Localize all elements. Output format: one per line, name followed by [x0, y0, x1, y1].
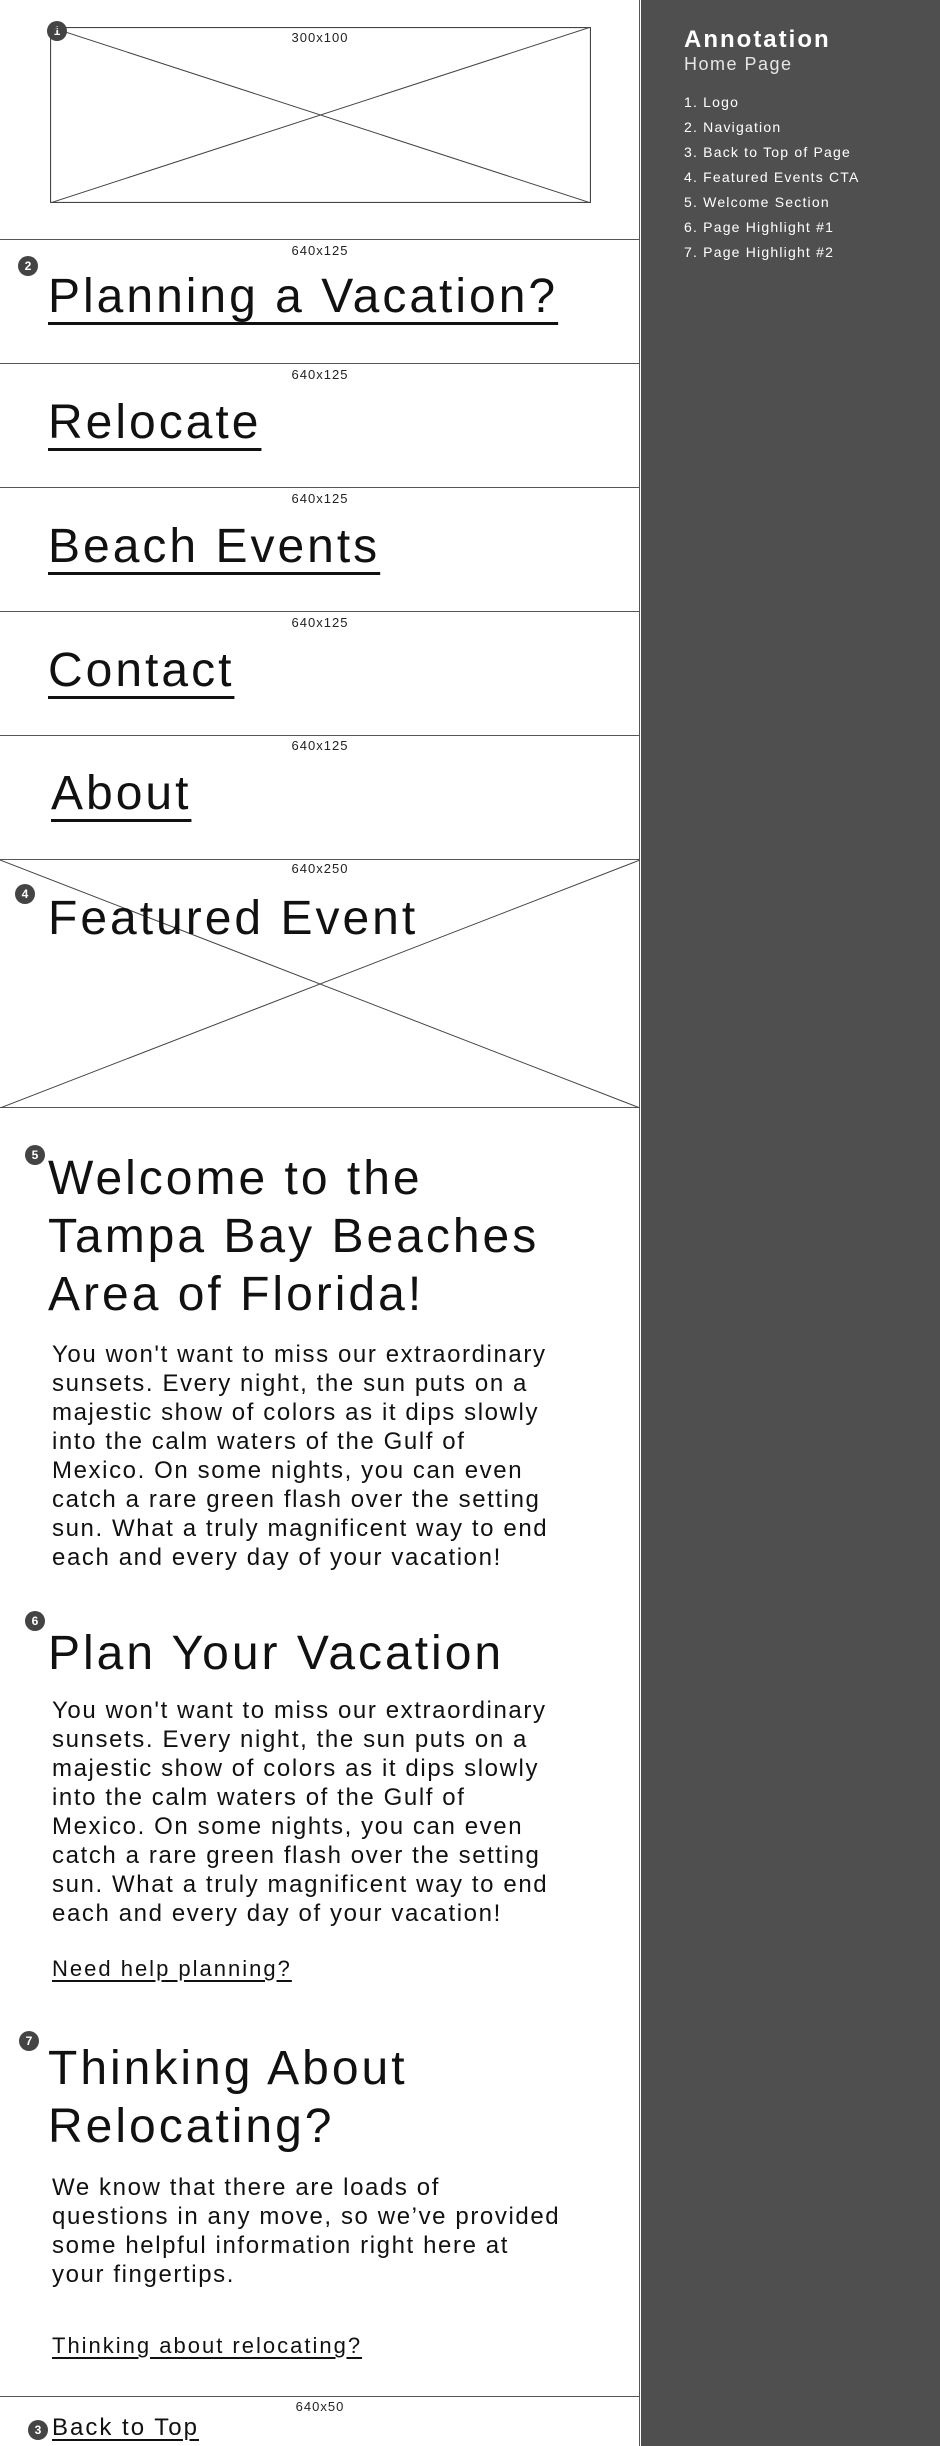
- text-line: your fingertips.: [52, 2261, 236, 2288]
- welcome-title: Welcome to the Tampa Bay Beaches Area of…: [48, 1150, 539, 1324]
- page-highlight-2: 7 Thinking About Relocating? We know tha…: [0, 2020, 640, 2396]
- nav-item-contact: 640x125 Contact: [0, 612, 640, 736]
- highlight1-title: Plan Your Vacation: [48, 1627, 505, 1680]
- nav-item-relocate: 640x125 Relocate: [0, 364, 640, 488]
- text-line: catch a rare green flash over the settin…: [52, 1486, 541, 1513]
- annotation-panel: Annotation Home Page 1. Logo 2. Navigati…: [641, 0, 940, 2446]
- title-line: Area of Florida!: [48, 1268, 425, 1321]
- annotation-list: 1. Logo 2. Navigation 3. Back to Top of …: [684, 90, 860, 265]
- page-highlight-1: 6 Plan Your Vacation You won't want to m…: [0, 1600, 640, 2020]
- nav-link-about[interactable]: About: [51, 766, 191, 821]
- text-line: into the calm waters of the Gulf of: [52, 1784, 466, 1811]
- text-line: majestic show of colors as it dips slowl…: [52, 1755, 540, 1782]
- text-line: You won't want to miss our extraordinary: [52, 1697, 547, 1724]
- title-line: Tampa Bay Beaches: [48, 1210, 540, 1263]
- text-line: sunsets. Every night, the sun puts on a: [52, 1370, 528, 1397]
- annotation-subtitle: Home Page: [684, 54, 793, 74]
- featured-title: Featured Event: [48, 892, 419, 945]
- annotation-item: 4. Featured Events CTA: [684, 169, 860, 185]
- annotation-item: 1. Logo: [684, 94, 740, 110]
- annotation-badge: 6: [25, 1611, 45, 1631]
- nav-item-beach-events: 640x125 Beach Events: [0, 488, 640, 612]
- highlight1-text: You won't want to miss our extraordinary…: [52, 1696, 612, 1928]
- highlight2-title: Thinking About Relocating?: [48, 2040, 408, 2156]
- size-label: 640x125: [291, 243, 349, 258]
- text-line: You won't want to miss our extraordinary: [52, 1341, 547, 1368]
- nav-item-about: 640x125 About: [0, 736, 640, 860]
- nav-link-relocate[interactable]: Relocate: [48, 395, 261, 450]
- text-line: each and every day of your vacation!: [52, 1544, 502, 1571]
- annotation-item: 2. Navigation: [684, 119, 782, 135]
- annotation-badge: 7: [19, 2031, 39, 2051]
- thinking-about-relocating-link[interactable]: Thinking about relocating?: [52, 2333, 362, 2359]
- welcome-text: You won't want to miss our extraordinary…: [52, 1340, 612, 1572]
- text-line: catch a rare green flash over the settin…: [52, 1842, 541, 1869]
- text-line: Mexico. On some nights, you can even: [52, 1457, 524, 1484]
- size-label: 640x125: [291, 615, 349, 630]
- featured-event-cta[interactable]: 640x250 4 Featured Event: [0, 860, 640, 1108]
- title-line: Welcome to the: [48, 1152, 423, 1205]
- logo-placeholder[interactable]: [50, 27, 591, 203]
- nav-link-planning[interactable]: Planning a Vacation?: [48, 269, 558, 324]
- title-line: Relocating?: [48, 2100, 335, 2153]
- text-line: some helpful information right here at: [52, 2232, 510, 2259]
- highlight2-text: We know that there are loads of question…: [52, 2173, 612, 2289]
- back-to-top-section: 640x50 3 Back to Top: [0, 2396, 640, 2446]
- text-line: each and every day of your vacation!: [52, 1900, 502, 1927]
- text-line: questions in any move, so we’ve provided: [52, 2203, 561, 2230]
- size-label: 640x250: [291, 861, 349, 876]
- text-line: We know that there are loads of: [52, 2174, 441, 2201]
- size-label: 640x125: [291, 367, 349, 382]
- text-line: sunsets. Every night, the sun puts on a: [52, 1726, 528, 1753]
- wireframe-canvas: 1 300x100 640x125 2 Planning a Vacation?…: [0, 0, 640, 2446]
- annotation-title: Annotation: [684, 26, 831, 53]
- nav-item-planning: 640x125 2 Planning a Vacation?: [0, 240, 640, 364]
- annotation-badge: 3: [28, 2420, 48, 2440]
- size-label: 640x125: [291, 738, 349, 753]
- size-label: 640x50: [295, 2399, 345, 2414]
- text-line: sun. What a truly magnificent way to end: [52, 1871, 549, 1898]
- annotation-item: 6. Page Highlight #1: [684, 219, 835, 235]
- annotation-item: 3. Back to Top of Page: [684, 144, 852, 160]
- text-line: Mexico. On some nights, you can even: [52, 1813, 524, 1840]
- nav-link-beach-events[interactable]: Beach Events: [48, 519, 380, 574]
- annotation-item: 7. Page Highlight #2: [684, 244, 835, 260]
- size-label: 640x125: [291, 491, 349, 506]
- logo-section: 1 300x100: [0, 0, 640, 240]
- annotation-badge: 2: [18, 256, 38, 276]
- welcome-section: 5 Welcome to the Tampa Bay Beaches Area …: [0, 1108, 640, 1620]
- title-line: Thinking About: [48, 2042, 408, 2095]
- nav-link-contact[interactable]: Contact: [48, 643, 234, 698]
- text-line: into the calm waters of the Gulf of: [52, 1428, 466, 1455]
- text-line: sun. What a truly magnificent way to end: [52, 1515, 549, 1542]
- text-line: majestic show of colors as it dips slowl…: [52, 1399, 540, 1426]
- annotation-badge: 4: [15, 884, 35, 904]
- annotation-item: 5. Welcome Section: [684, 194, 830, 210]
- need-help-planning-link[interactable]: Need help planning?: [52, 1956, 292, 1982]
- back-to-top-link[interactable]: Back to Top: [52, 2414, 199, 2442]
- annotation-badge: 5: [25, 1145, 45, 1165]
